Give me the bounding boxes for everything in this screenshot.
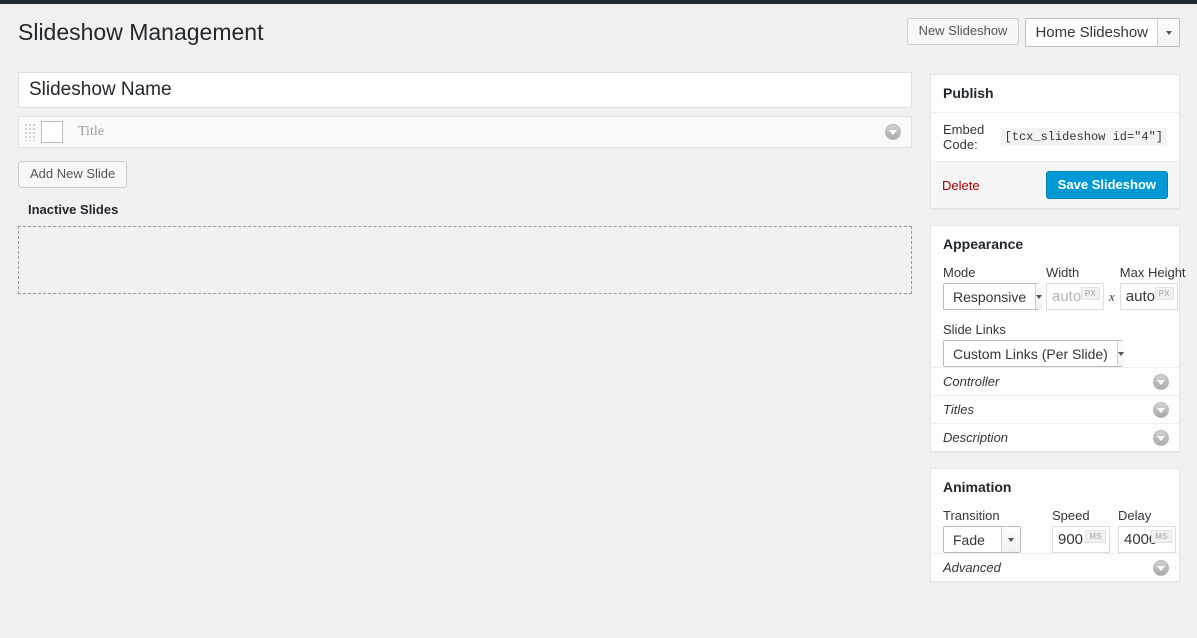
chevron-down-icon (1116, 341, 1124, 366)
section-advanced-label: Advanced (943, 560, 1001, 575)
chevron-down-circle-icon[interactable] (885, 124, 901, 140)
max-height-input[interactable] (1120, 285, 1159, 308)
max-height-input-wrap: PX (1119, 283, 1178, 310)
animation-panel: Animation Transition Fade Speed 900 MS D… (930, 468, 1180, 582)
width-unit-badge: PX (1080, 287, 1100, 300)
active-slides-list: Title (18, 116, 912, 148)
chevron-down-circle-icon[interactable] (1153, 559, 1169, 576)
mode-select-value: Responsive (953, 288, 1027, 305)
width-input[interactable] (1047, 285, 1085, 308)
speed-unit-badge: MS (1085, 530, 1106, 543)
mode-field: Mode Responsive (943, 265, 1043, 310)
publish-panel: Publish Embed Code: [tcx_slideshow id="4… (930, 74, 1180, 209)
chevron-down-icon (1035, 284, 1043, 309)
save-slideshow-button[interactable]: Save Slideshow (1045, 171, 1168, 199)
animation-panel-title: Animation (943, 479, 1012, 495)
embed-code-row: Embed Code: [tcx_slideshow id="4"] (931, 112, 1179, 161)
section-description-label: Description (943, 430, 1009, 445)
slide-links-label: Slide Links (943, 322, 1006, 337)
animation-fields-row: Transition Fade Speed MS (943, 508, 1176, 553)
header-actions: New Slideshow Home Slideshow (906, 18, 1180, 47)
max-height-field: Max Height PX (1119, 265, 1186, 310)
publish-panel-title: Publish (943, 85, 994, 101)
section-controller-label: Controller (943, 374, 1000, 389)
speed-input-wrap: MS (1052, 526, 1110, 553)
slideshow-select[interactable]: Home Slideshow (1025, 18, 1180, 47)
slideshow-select-value: Home Slideshow (1035, 24, 1148, 41)
delete-link[interactable]: Delete (942, 178, 980, 193)
slide-thumbnail (41, 121, 63, 143)
appearance-body: Mode Responsive Width PX x (931, 263, 1186, 367)
slide-title: Title (78, 124, 104, 139)
transition-label: Transition (943, 508, 1000, 523)
embed-code-value[interactable]: [tcx_slideshow id="4"] (1000, 128, 1167, 146)
section-controller[interactable]: Controller (931, 367, 1179, 395)
chevron-down-circle-icon[interactable] (1153, 373, 1169, 390)
width-field: Width PX (1046, 265, 1104, 310)
max-height-unit-badge: PX (1154, 287, 1174, 300)
section-titles[interactable]: Titles (931, 395, 1179, 423)
inactive-slides-dropzone[interactable] (18, 226, 912, 294)
width-label: Width (1046, 265, 1080, 280)
delay-unit-badge: MS (1151, 530, 1172, 543)
delay-label: Delay (1118, 508, 1152, 523)
chevron-down-circle-icon[interactable] (1153, 429, 1169, 446)
chevron-down-icon (1001, 527, 1020, 552)
embed-code-label: Embed Code: (943, 122, 985, 152)
section-description[interactable]: Description (931, 423, 1179, 451)
chevron-down-icon (1157, 19, 1179, 46)
new-slideshow-button[interactable]: New Slideshow (906, 18, 1020, 45)
slide-row[interactable]: Title (18, 116, 912, 148)
max-height-label: Max Height (1119, 265, 1186, 280)
animation-body: Transition Fade Speed MS (931, 506, 1179, 553)
main-column: Title Add New Slide Inactive Slides (18, 72, 912, 294)
slideshow-management-page: Slideshow Management New Slideshow Home … (0, 4, 1197, 638)
sidebar: Publish Embed Code: [tcx_slideshow id="4… (930, 74, 1186, 598)
delay-input-wrap: MS (1118, 526, 1176, 553)
transition-field: Transition Fade (943, 508, 1021, 553)
mode-size-row: Mode Responsive Width PX x (943, 265, 1186, 310)
add-new-slide-button[interactable]: Add New Slide (18, 161, 128, 188)
slideshow-name-input[interactable] (18, 72, 912, 108)
slide-links-select[interactable]: Custom Links (Per Slide) (943, 340, 1124, 367)
slide-links-field: Slide Links Custom Links (Per Slide) (943, 322, 1167, 367)
section-titles-label: Titles (943, 402, 974, 417)
slide-links-select-value: Custom Links (Per Slide) (953, 345, 1108, 362)
speed-field: Speed MS (1052, 508, 1110, 553)
transition-select-value: Fade (953, 531, 985, 548)
inactive-slides-heading: Inactive Slides (28, 202, 119, 217)
transition-select[interactable]: Fade (943, 526, 1021, 553)
appearance-panel-title: Appearance (943, 236, 1024, 252)
delay-field: Delay MS (1118, 508, 1176, 553)
page-title: Slideshow Management (18, 19, 264, 45)
mode-select[interactable]: Responsive (943, 283, 1043, 310)
appearance-panel: Appearance Mode Responsive Width auto PX… (930, 225, 1186, 452)
mode-label: Mode (943, 265, 976, 280)
publish-actions: Delete Save Slideshow (931, 161, 1179, 208)
dimension-separator: x (1109, 289, 1115, 304)
section-advanced[interactable]: Advanced (931, 553, 1179, 581)
drag-handle-icon[interactable] (24, 123, 36, 141)
width-input-wrap: PX (1046, 283, 1104, 310)
chevron-down-circle-icon[interactable] (1153, 401, 1169, 418)
speed-label: Speed (1052, 508, 1090, 523)
